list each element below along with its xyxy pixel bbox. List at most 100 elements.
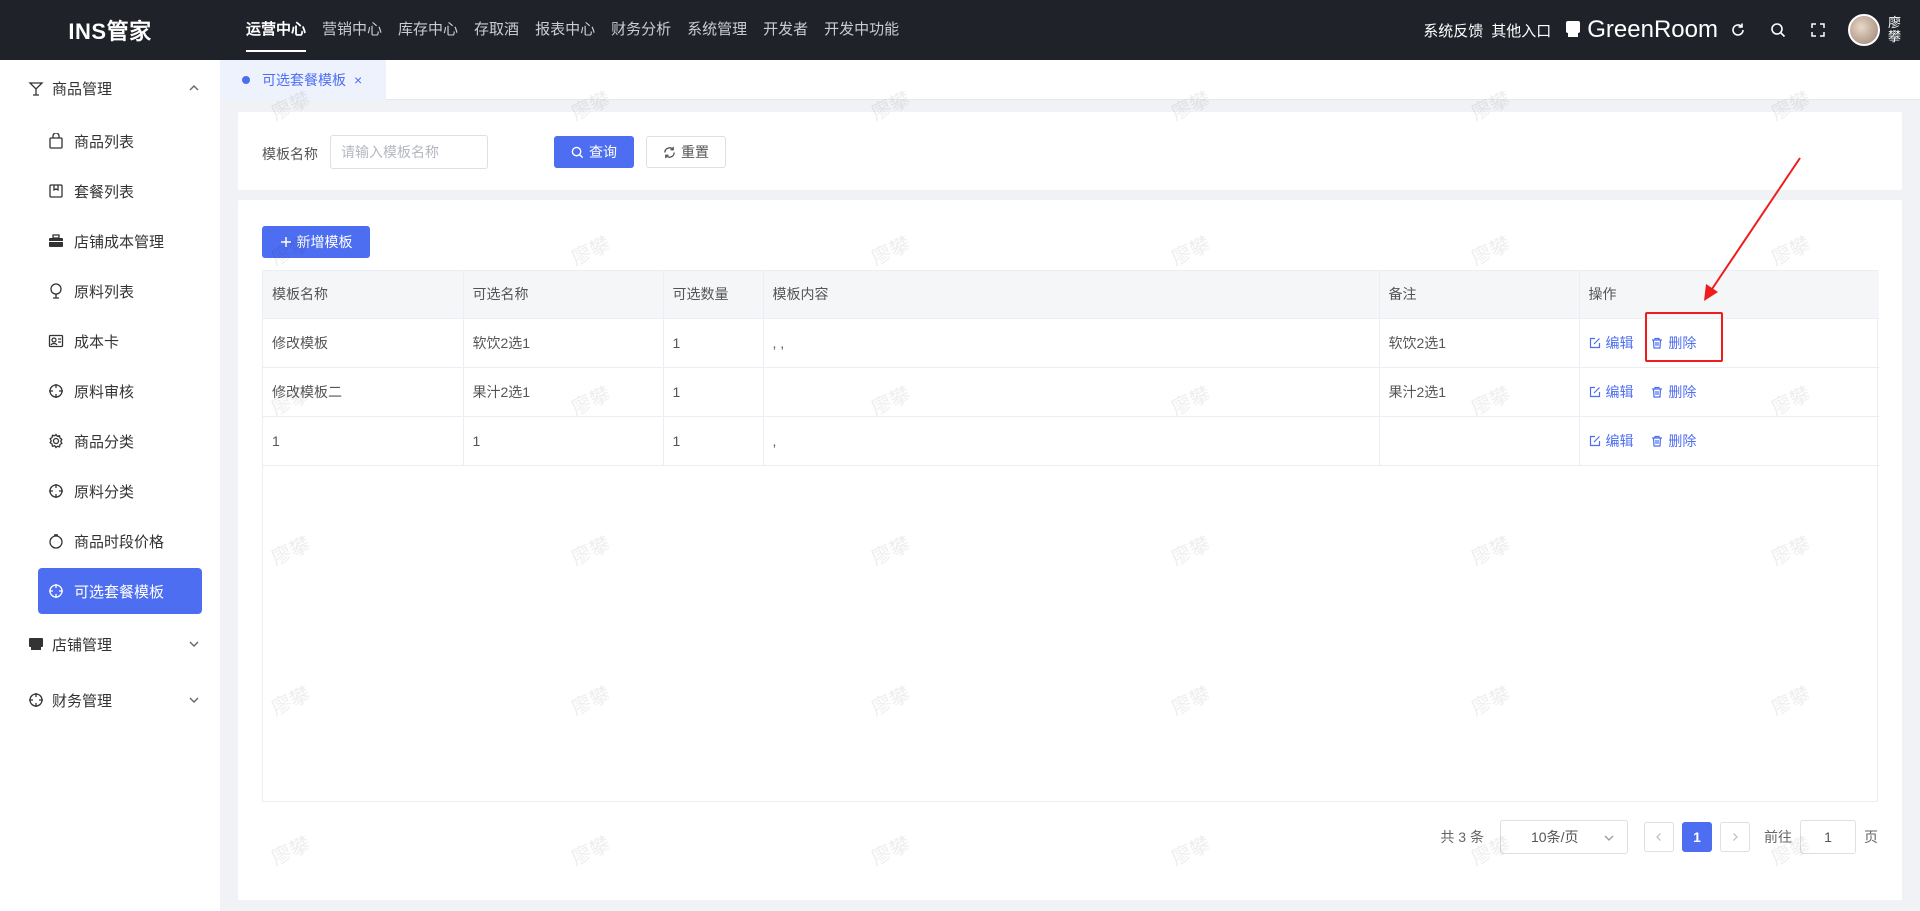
cell-actions: 编辑 删除 [1579, 318, 1879, 368]
column-header-quantity: 可选数量 [663, 271, 764, 319]
store-switcher[interactable]: GreenRoom [1565, 16, 1718, 44]
briefcase-icon [48, 233, 64, 249]
store-name: GreenRoom [1587, 16, 1718, 43]
column-header-template-name: 模板名称 [263, 271, 464, 319]
avatar[interactable] [1848, 14, 1880, 46]
sidebar-item-ingredient-review[interactable]: 原料审核 [0, 366, 220, 416]
cell-template-name: 修改模板二 [263, 367, 464, 417]
cell-actions: 编辑 删除 [1579, 416, 1879, 466]
refresh-icon [663, 146, 676, 159]
target-icon [48, 383, 64, 399]
query-button[interactable]: 查询 [554, 136, 634, 168]
sidebar-group-store[interactable]: 店铺管理 [0, 616, 220, 672]
delete-button[interactable]: 删除 [1651, 431, 1696, 451]
sidebar-item-package-list[interactable]: 套餐列表 [0, 166, 220, 216]
cell-content: , , [763, 318, 1380, 368]
reset-button[interactable]: 重置 [646, 136, 726, 168]
sidebar-group-finance[interactable]: 财务管理 [0, 672, 220, 728]
edit-icon [1589, 337, 1601, 349]
next-page-button[interactable] [1720, 822, 1750, 852]
feedback-link[interactable]: 系统反馈 [1423, 20, 1483, 41]
cell-option-name: 1 [463, 416, 664, 466]
template-list-panel: 新增模板 模板名称 可选名称 可选数量 模板内容 备注 操作 修改模板 软饮2选… [238, 200, 1902, 900]
nav-operations[interactable]: 运营中心 [246, 0, 307, 60]
cell-quantity: 1 [663, 367, 764, 417]
cell-remark: 果汁2选1 [1379, 367, 1580, 417]
delete-label: 删除 [1668, 383, 1697, 400]
page-size-select[interactable]: 10条/页 [1500, 820, 1628, 854]
page-size-value: 10条/页 [1531, 829, 1579, 845]
sidebar-item-label: 成本卡 [74, 333, 120, 351]
goto-label: 前往 [1764, 829, 1792, 845]
chevron-right-icon [1733, 833, 1738, 841]
nav-inventory[interactable]: 库存中心 [398, 0, 458, 60]
sidebar-group-goods[interactable]: 商品管理 [0, 60, 220, 116]
trash-icon [1651, 386, 1663, 398]
finance-icon [28, 692, 44, 708]
nav-marketing[interactable]: 营销中心 [322, 0, 382, 60]
delete-label: 删除 [1668, 334, 1697, 351]
close-icon[interactable]: × [354, 72, 362, 88]
sidebar-item-time-price[interactable]: 商品时段价格 [0, 516, 220, 566]
edit-button[interactable]: 编辑 [1589, 431, 1634, 451]
table-header-row: 模板名称 可选名称 可选数量 模板内容 备注 操作 [263, 271, 1879, 319]
edit-button[interactable]: 编辑 [1589, 333, 1634, 353]
other-entry-link[interactable]: 其他入口 [1491, 20, 1551, 41]
app-logo[interactable]: INS管家 [0, 14, 220, 46]
edit-icon [1589, 435, 1601, 447]
sidebar-item-label: 店铺成本管理 [74, 233, 165, 251]
sidebar: 商品管理 商品列表 套餐列表 店铺成本管理 原料列表 成本卡 原料审核 商品分类… [0, 60, 220, 911]
nav-finance[interactable]: 财务分析 [611, 0, 671, 60]
pagination: 共 3 条 10条/页 1 前往 页 [1440, 820, 1878, 854]
column-header-remark: 备注 [1379, 271, 1580, 319]
nav-reports[interactable]: 报表中心 [535, 0, 595, 60]
nav-in-development[interactable]: 开发中功能 [824, 0, 899, 60]
prev-page-button[interactable] [1644, 822, 1674, 852]
table-row: 修改模板 软饮2选1 1 , , 软饮2选1 编辑 删除 [263, 318, 1879, 368]
sidebar-item-optional-template[interactable]: 可选套餐模板 [38, 568, 202, 614]
refresh-icon[interactable] [1718, 0, 1758, 60]
cell-template-name: 修改模板 [263, 318, 464, 368]
nav-developer[interactable]: 开发者 [763, 0, 808, 60]
chevron-down-icon [1603, 831, 1615, 847]
search-panel: 模板名称 查询 重置 [238, 112, 1902, 190]
cell-option-name: 果汁2选1 [463, 367, 664, 417]
edit-button[interactable]: 编辑 [1589, 382, 1634, 402]
nav-wine-storage[interactable]: 存取酒 [474, 0, 519, 60]
sidebar-item-label: 商品分类 [74, 433, 135, 451]
table-row: 修改模板二 果汁2选1 1 果汁2选1 编辑 删除 [263, 367, 1879, 417]
cell-template-name: 1 [263, 416, 464, 466]
sidebar-item-goods-list[interactable]: 商品列表 [0, 116, 220, 166]
search-icon[interactable] [1758, 0, 1798, 60]
sidebar-item-store-cost[interactable]: 店铺成本管理 [0, 216, 220, 266]
plus-icon [280, 236, 292, 248]
goods-icon [28, 80, 44, 96]
delete-button[interactable]: 删除 [1651, 382, 1696, 402]
chevron-left-icon [1656, 833, 1661, 841]
chevron-up-icon [188, 81, 200, 98]
template-name-input[interactable] [330, 135, 488, 169]
fullscreen-icon[interactable] [1798, 0, 1838, 60]
sidebar-item-ingredient-category[interactable]: 原料分类 [0, 466, 220, 516]
package-icon [48, 183, 64, 199]
sidebar-item-label: 套餐列表 [74, 183, 135, 201]
sidebar-item-ingredient-list[interactable]: 原料列表 [0, 266, 220, 316]
card-icon [48, 333, 64, 349]
reset-label: 重置 [681, 144, 709, 160]
tab-label: 可选套餐模板 [262, 72, 346, 88]
page-button-current[interactable]: 1 [1682, 822, 1712, 852]
cell-content: , [763, 416, 1380, 466]
chevron-down-icon [188, 637, 200, 654]
cell-remark [1379, 416, 1580, 466]
delete-button[interactable]: 删除 [1651, 333, 1696, 353]
nav-system[interactable]: 系统管理 [687, 0, 747, 60]
goto-page-input[interactable] [1800, 820, 1856, 854]
sidebar-item-goods-category[interactable]: 商品分类 [0, 416, 220, 466]
tab-optional-template[interactable]: 可选套餐模板 × [220, 60, 386, 100]
active-dot-icon [242, 76, 250, 84]
add-template-button[interactable]: 新增模板 [262, 226, 370, 258]
username[interactable]: 廖攀 [1888, 16, 1910, 44]
cell-content [763, 367, 1380, 417]
sidebar-item-cost-card[interactable]: 成本卡 [0, 316, 220, 366]
table-row: 1 1 1 , 编辑 删除 [263, 416, 1879, 466]
